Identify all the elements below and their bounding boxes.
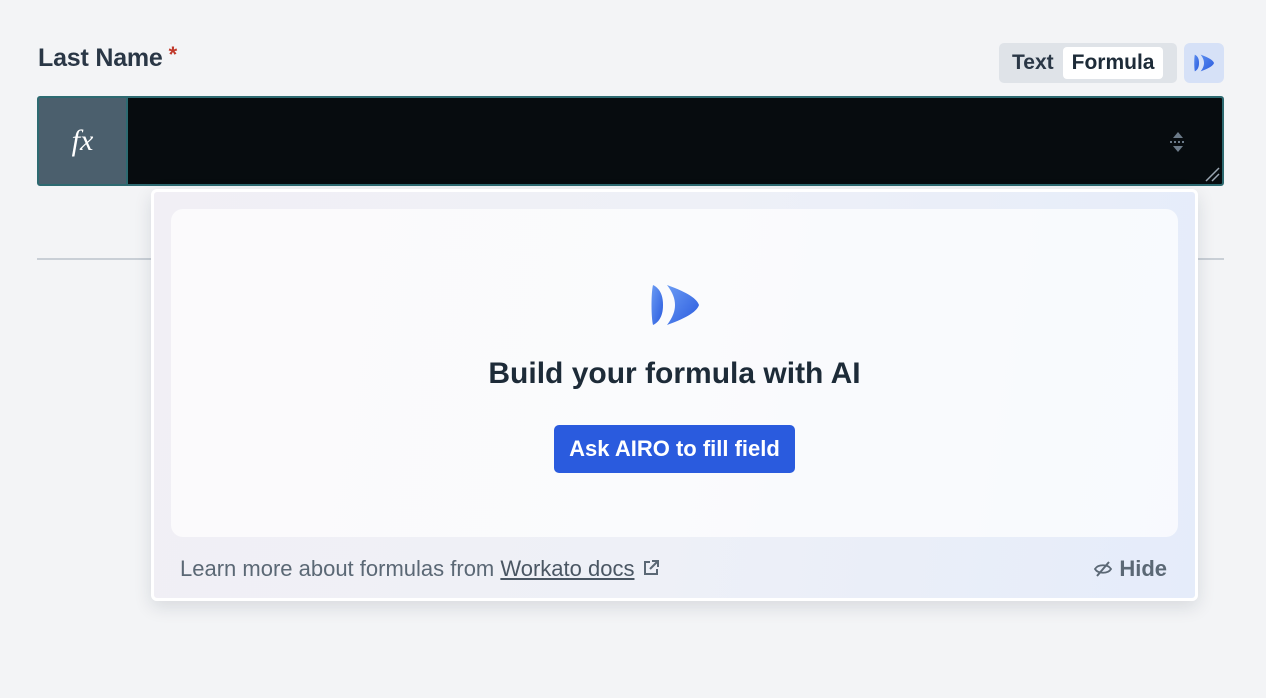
- hide-button[interactable]: Hide: [1094, 556, 1167, 582]
- airo-logo-icon: [651, 285, 699, 325]
- airo-logo-icon: [1194, 54, 1214, 72]
- function-icon: fx: [71, 124, 94, 157]
- field-label: Last Name *: [38, 42, 178, 73]
- formula-input[interactable]: [128, 98, 1222, 184]
- ai-card-title: Build your formula with AI: [488, 357, 861, 390]
- formula-input-row: fx: [37, 96, 1224, 186]
- required-marker: *: [168, 42, 178, 67]
- footer-prefix: Learn more about formulas from: [180, 556, 501, 581]
- external-link-icon[interactable]: [641, 558, 661, 578]
- mode-toggle: Text Formula: [999, 43, 1177, 83]
- mode-text-button[interactable]: Text: [1003, 47, 1063, 79]
- footer-help-text: Learn more about formulas from Workato d…: [180, 556, 661, 582]
- hide-label: Hide: [1119, 556, 1167, 581]
- stepper-icon[interactable]: [1168, 130, 1188, 154]
- eye-slash-icon: [1094, 561, 1113, 577]
- airo-button[interactable]: [1184, 43, 1224, 83]
- ask-airo-button[interactable]: Ask AIRO to fill field: [554, 425, 795, 473]
- field-label-text: Last Name: [38, 44, 163, 72]
- resize-grip-icon[interactable]: [1204, 166, 1220, 182]
- ai-card: Build your formula with AI Ask AIRO to f…: [171, 209, 1178, 537]
- mode-formula-button[interactable]: Formula: [1062, 47, 1164, 79]
- fx-badge: fx: [39, 98, 128, 184]
- workato-docs-link[interactable]: Workato docs: [500, 556, 634, 581]
- ai-formula-popover: Build your formula with AI Ask AIRO to f…: [151, 189, 1198, 601]
